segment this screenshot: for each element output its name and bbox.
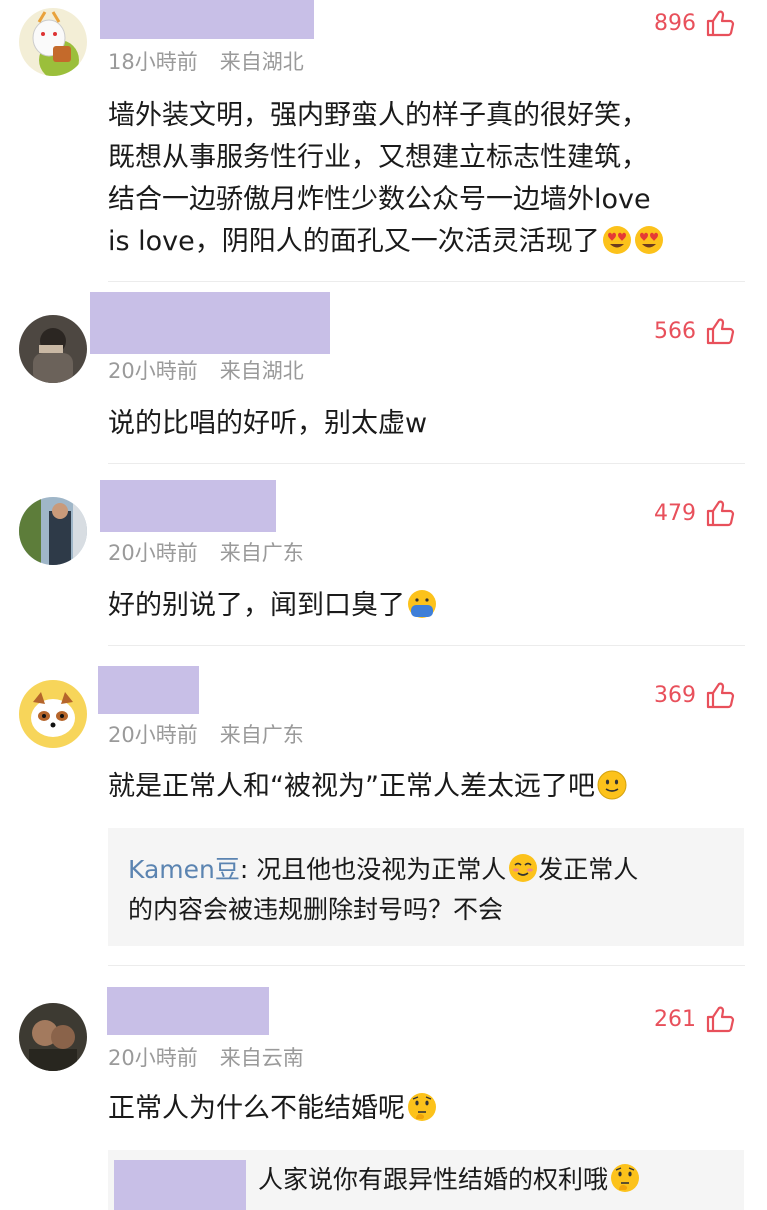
reply-line: Kamen豆: 况且他也没视为正常人 发正常人: [128, 850, 724, 890]
comment-location: 来自湖北: [219, 50, 304, 74]
like-count: 369: [654, 682, 696, 708]
reply-content: : 况且他也没视为正常人: [239, 855, 507, 884]
like-count: 261: [654, 1006, 696, 1032]
like-button[interactable]: 566: [654, 316, 735, 346]
comment-text: 正常人为什么不能结婚呢: [108, 1088, 738, 1130]
comment-meta: 18小時前 来自湖北: [108, 46, 304, 76]
thumbs-up-icon: [705, 316, 735, 346]
redacted-username: [100, 0, 314, 39]
comment-location: 来自广东: [219, 723, 304, 747]
reply-text: Kamen豆: 况且他也没视为正常人 发正常人 的内容会被违规删除封号吗？不会: [128, 850, 724, 930]
slightly-smiling-emoji-icon: [597, 770, 627, 800]
comment-line: 正常人为什么不能结婚呢: [108, 1093, 405, 1124]
reply-line: 的内容会被违规删除封号吗？不会: [128, 895, 504, 924]
comment-time: 20小時前: [108, 541, 198, 565]
comment-line-with-emoji: is love，阴阳人的面孔又一次活灵活现了: [108, 221, 738, 263]
reply-content: 发正常人: [538, 855, 639, 884]
comment-line: 结合一边骄傲月炸性少数公众号一边墙外love: [108, 184, 651, 215]
comment-location: 来自云南: [219, 1046, 304, 1070]
comment-meta: 20小時前 来自云南: [108, 1042, 304, 1072]
comment-meta: 20小時前 来自广东: [108, 719, 304, 749]
reply-preview[interactable]: Kamen豆: 况且他也没视为正常人 发正常人 的内容会被违规删除封号吗？不会: [108, 828, 744, 946]
like-count: 479: [654, 500, 696, 526]
comment-line: 好的别说了，闻到口臭了: [108, 590, 405, 621]
thinking-emoji-icon: [407, 1092, 437, 1122]
nauseated-emoji-icon: [407, 589, 437, 619]
comment-text: 好的别说了，闻到口臭了: [108, 585, 738, 627]
comment-location: 来自广东: [219, 541, 304, 565]
comment-item: 18小時前 来自湖北 896 墙外装文明，强内野蛮人的样子真的很好笑， 既想从事服…: [0, 0, 767, 282]
user-avatar[interactable]: [19, 497, 87, 565]
like-button[interactable]: 896: [654, 8, 735, 38]
like-button[interactable]: 479: [654, 498, 735, 528]
thumbs-up-icon: [705, 8, 735, 38]
comment-line: 墙外装文明，强内野蛮人的样子真的很好笑，: [108, 100, 648, 131]
thumbs-up-icon: [705, 1004, 735, 1034]
comment-text: 说的比唱的好听，别太虚w: [108, 408, 428, 439]
heart-eyes-emoji-icon: [634, 225, 664, 255]
comment-location: 来自湖北: [219, 359, 304, 383]
redacted-username: [114, 1160, 246, 1210]
user-avatar[interactable]: [19, 1003, 87, 1071]
comment-time: 20小時前: [108, 359, 198, 383]
comment-line: 既想从事服务性行业，又想建立标志性建筑，: [108, 142, 648, 173]
thinking-emoji-icon: [610, 1163, 640, 1193]
thumbs-up-icon: [705, 498, 735, 528]
like-button[interactable]: 369: [654, 680, 735, 710]
user-avatar[interactable]: [19, 8, 87, 76]
redacted-username: [100, 480, 276, 532]
thumbs-up-icon: [705, 680, 735, 710]
comment-meta: 20小時前 来自湖北: [108, 355, 304, 385]
like-count: 566: [654, 318, 696, 344]
redacted-username: [107, 987, 269, 1035]
comment-time: 20小時前: [108, 1046, 198, 1070]
comment-item: 20小時前 来自广东 479 好的别说了，闻到口臭了: [0, 464, 767, 646]
comment-text: 墙外装文明，强内野蛮人的样子真的很好笑， 既想从事服务性行业，又想建立标志性建筑…: [108, 95, 738, 263]
comment-text: 就是正常人和“被视为”正常人差太远了吧: [108, 766, 738, 808]
redacted-username: [90, 292, 330, 354]
reply-text: 人家说你有跟异性结婚的权利哦: [258, 1160, 724, 1200]
reply-preview[interactable]: 人家说你有跟异性结婚的权利哦: [108, 1150, 744, 1210]
comment-line: 就是正常人和“被视为”正常人差太远了吧: [108, 771, 595, 802]
comment-item: 20小時前 来自广东 369 就是正常人和“被视为”正常人差太远了吧 Kamen豆…: [0, 646, 767, 966]
reply-content: 人家说你有跟异性结婚的权利哦: [258, 1165, 609, 1194]
like-button[interactable]: 261: [654, 1004, 735, 1034]
redacted-username: [98, 666, 199, 714]
user-avatar[interactable]: [19, 680, 87, 748]
heart-eyes-emoji-icon: [602, 225, 632, 255]
reply-author[interactable]: Kamen豆: [128, 855, 240, 884]
comment-line: is love，阴阳人的面孔又一次活灵活现了: [108, 226, 600, 257]
user-avatar[interactable]: [19, 315, 87, 383]
comment-item: 20小時前 来自湖北 566 说的比唱的好听，别太虚w: [0, 282, 767, 464]
comment-meta: 20小時前 来自广东: [108, 537, 304, 567]
comment-time: 18小時前: [108, 50, 198, 74]
comment-item: 20小時前 来自云南 261 正常人为什么不能结婚呢 人家说你有跟异性结婚的权利哦: [0, 966, 767, 1210]
comment-time: 20小時前: [108, 723, 198, 747]
like-count: 896: [654, 10, 696, 36]
blushing-smile-emoji-icon: [508, 853, 538, 883]
